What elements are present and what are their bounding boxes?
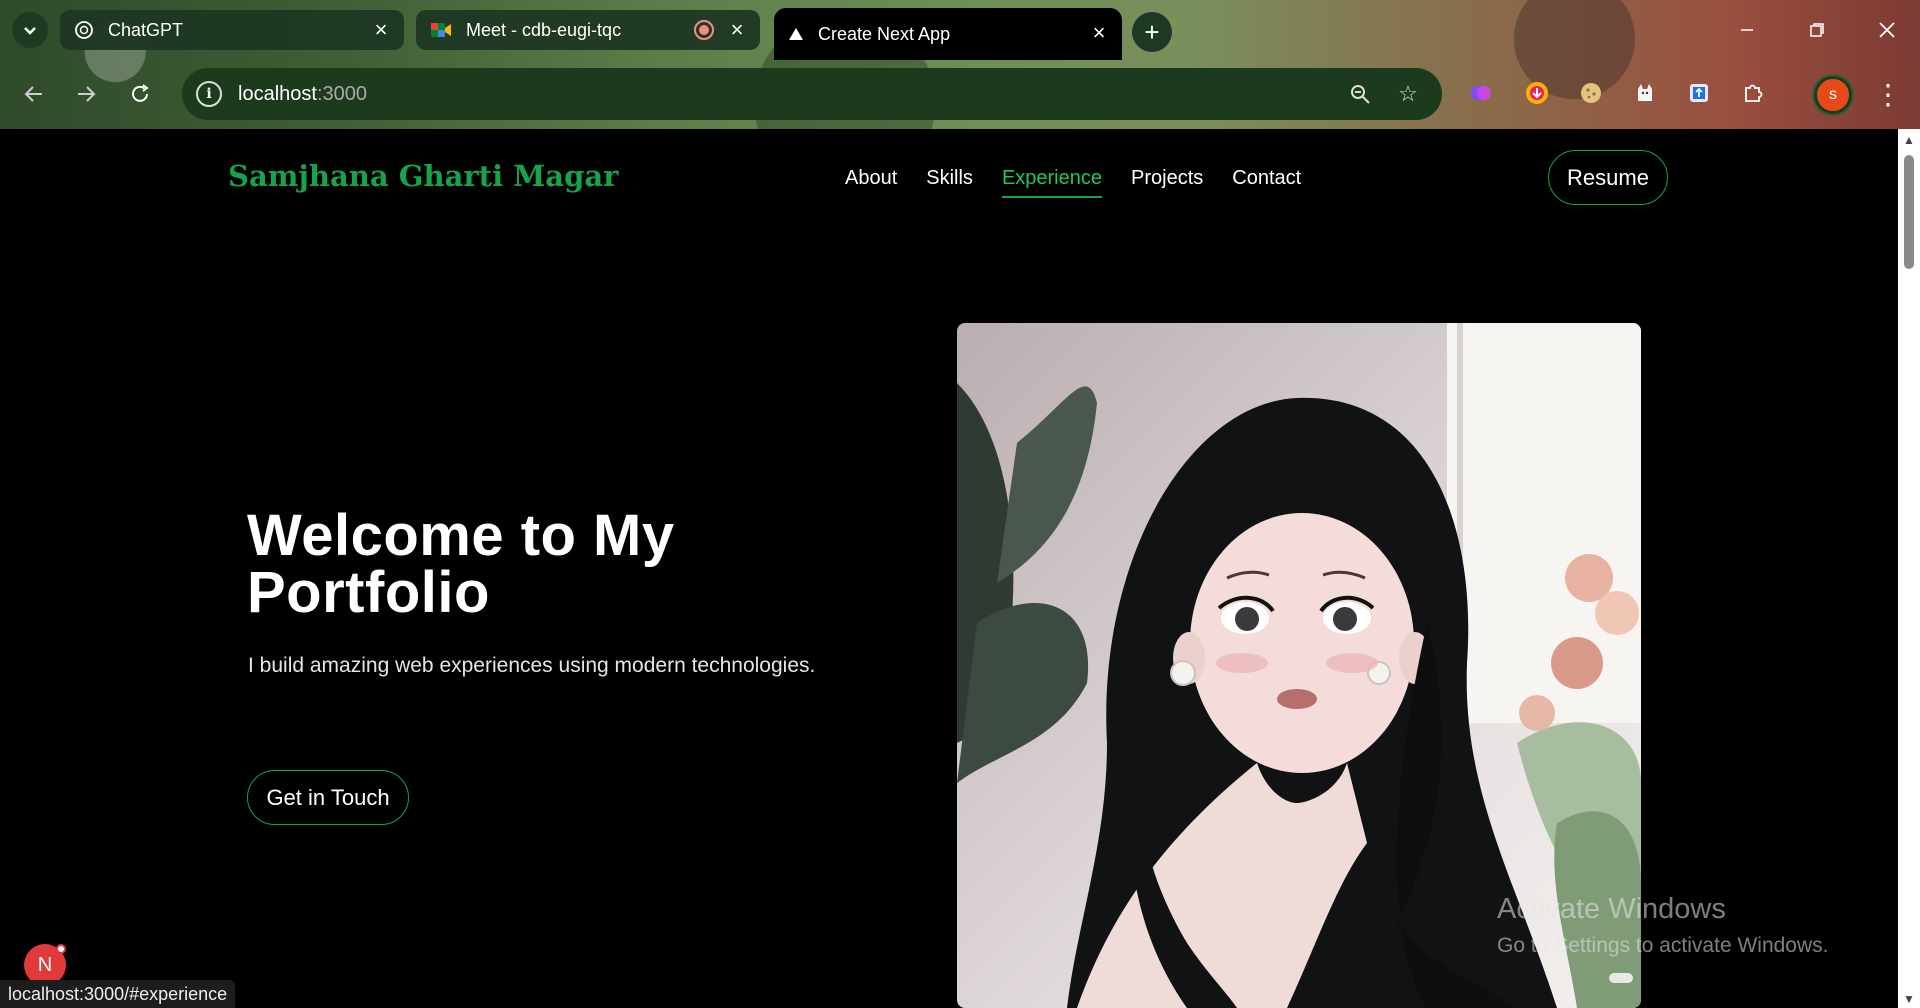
restore-icon: [1810, 23, 1824, 37]
more-menu-icon[interactable]: ⋮: [1870, 76, 1906, 112]
close-icon[interactable]: ×: [1088, 20, 1110, 45]
scroll-down-arrow-icon[interactable]: ▼: [1902, 992, 1916, 1006]
reload-button[interactable]: [122, 76, 158, 112]
chatgpt-icon: [75, 21, 93, 39]
watermark-title: Activate Windows: [1497, 893, 1726, 925]
close-icon[interactable]: ×: [370, 17, 392, 42]
nav-link-projects[interactable]: Projects: [1131, 167, 1203, 190]
resume-button[interactable]: Resume: [1548, 150, 1668, 205]
puzzle-icon[interactable]: [1738, 78, 1768, 108]
site-info-icon[interactable]: i: [196, 81, 222, 107]
url-host: localhost: [238, 82, 317, 105]
tab-chatgpt[interactable]: ChatGPT ×: [60, 10, 404, 50]
zoom-icon[interactable]: [1346, 80, 1374, 108]
browser-toolbar: i localhost:3000 ☆ s ⋮: [0, 60, 1920, 129]
tab-title: Create Next App: [818, 23, 951, 44]
nav-link-experience[interactable]: Experience: [1001, 167, 1103, 198]
status-bar-url: localhost:3000/#experience: [0, 980, 236, 1008]
nav-link-about[interactable]: About: [845, 167, 897, 190]
watermark-subtitle: Go to Settings to activate Windows.: [1497, 934, 1829, 957]
vercel-icon: [789, 28, 803, 40]
cookie-extension-icon[interactable]: [1576, 78, 1606, 108]
scroll-up-arrow-icon[interactable]: ▲: [1902, 133, 1916, 147]
address-bar[interactable]: i localhost:3000 ☆: [182, 68, 1442, 120]
close-window-button[interactable]: [1862, 10, 1912, 50]
close-icon[interactable]: ×: [726, 17, 748, 42]
close-icon: [1879, 22, 1895, 38]
brain-extension-icon[interactable]: [1466, 78, 1496, 108]
cat-extension-icon[interactable]: [1630, 78, 1660, 108]
forward-button[interactable]: [68, 76, 104, 112]
tab-title: Meet - cdb-eugi-tqc: [466, 19, 622, 40]
download-extension-icon[interactable]: [1522, 78, 1552, 108]
reload-icon: [132, 84, 149, 102]
arrow-right-icon: [78, 86, 96, 102]
plus-icon: +: [1144, 16, 1160, 47]
notification-dot: [56, 944, 66, 954]
scroll-thumb[interactable]: [1904, 155, 1914, 269]
hero-title: Welcome to My Portfolio: [247, 503, 675, 625]
new-tab-button[interactable]: +: [1132, 12, 1172, 52]
tab-title: ChatGPT: [108, 19, 184, 40]
tab-meet[interactable]: Meet - cdb-eugi-tqc ×: [416, 10, 760, 50]
tab-create-next-app[interactable]: Create Next App ×: [774, 8, 1122, 60]
arrow-left-icon: [24, 86, 42, 102]
site-brand[interactable]: Samjhana Gharti Magar: [228, 159, 618, 193]
site-nav: About Skills Experience Projects Contact: [845, 167, 1330, 198]
chevron-down-icon: [24, 27, 36, 35]
upload-extension-icon[interactable]: [1684, 78, 1714, 108]
next-badge-letter: N: [37, 953, 53, 976]
minimize-icon: [1741, 29, 1753, 31]
minimize-button[interactable]: [1722, 10, 1772, 50]
profile-avatar[interactable]: s: [1814, 76, 1852, 114]
windows-activation-watermark: Activate Windows Go to Settings to activ…: [1497, 893, 1829, 958]
hero-subtitle: I build amazing web experiences using mo…: [248, 654, 816, 677]
portfolio-page: Samjhana Gharti Magar About Skills Exper…: [0, 129, 1898, 1008]
tab-search-button[interactable]: [12, 12, 48, 48]
google-meet-icon: [431, 23, 451, 37]
recording-icon: [694, 20, 714, 40]
nav-link-skills[interactable]: Skills: [926, 167, 973, 190]
profile-initial: s: [1829, 86, 1837, 103]
url-port: :3000: [316, 82, 367, 105]
nav-link-contact[interactable]: Contact: [1232, 167, 1301, 190]
bookmark-star-icon[interactable]: ☆: [1394, 80, 1422, 108]
browser-chrome: ChatGPT × Meet - cdb-eugi-tqc × Create N…: [0, 0, 1920, 129]
get-in-touch-button[interactable]: Get in Touch: [247, 770, 409, 825]
back-button[interactable]: [16, 76, 52, 112]
restore-button[interactable]: [1792, 10, 1842, 50]
page-scrollbar[interactable]: ▲ ▼: [1898, 129, 1920, 1008]
